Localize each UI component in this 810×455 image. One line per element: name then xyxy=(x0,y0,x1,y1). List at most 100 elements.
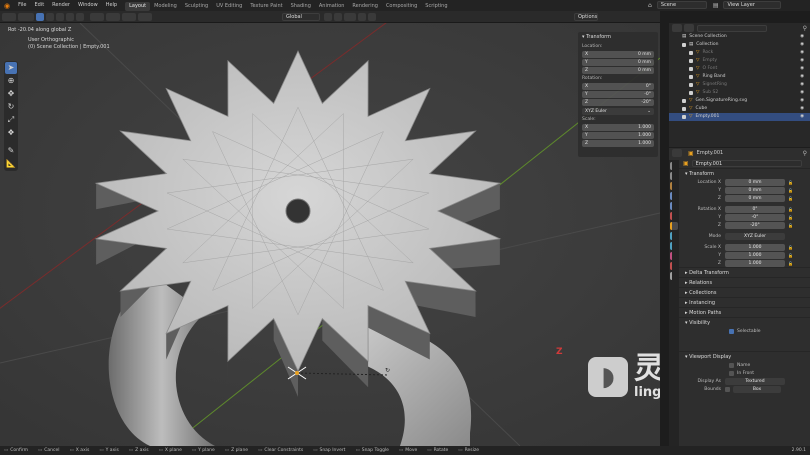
select-mode-subtract-button[interactable] xyxy=(56,12,64,21)
select-mode-new-button[interactable] xyxy=(36,12,44,21)
property-value-field[interactable]: 0° xyxy=(725,205,785,213)
outliner-row[interactable]: ▽ Rock ◉ xyxy=(669,49,810,57)
scale-y-field[interactable]: Y 1.000 xyxy=(582,132,654,139)
workspace-tab-uv-editing[interactable]: UV Editing xyxy=(212,2,246,11)
lock-icon[interactable]: 🔓 xyxy=(788,188,793,193)
selectable-checkbox[interactable] xyxy=(729,328,734,334)
menu-window[interactable]: Window xyxy=(74,0,102,11)
exclude-checkbox[interactable] xyxy=(682,115,686,119)
modifiers-icon[interactable] xyxy=(670,232,678,240)
outliner-row[interactable]: ▽ Sub S2 ◉ xyxy=(669,89,810,97)
3d-viewport[interactable]: ↻ Rot -20.04 along global Z User Orthogr… xyxy=(0,23,660,446)
workspace-tab-modeling[interactable]: Modeling xyxy=(150,2,181,11)
exclude-checkbox[interactable] xyxy=(689,75,693,79)
rotation-z-field[interactable]: Z -20° xyxy=(582,99,654,106)
view-layer-icon[interactable] xyxy=(670,192,678,200)
section-motion-paths[interactable]: ▸ Motion Paths xyxy=(669,307,810,317)
workspace-tab-texture-paint[interactable]: Texture Paint xyxy=(246,2,286,11)
workspace-tab-animation[interactable]: Animation xyxy=(315,2,349,11)
exclude-checkbox[interactable] xyxy=(689,91,693,95)
menu-file[interactable]: File xyxy=(14,0,30,11)
select-tool-icon[interactable]: ➤ xyxy=(5,62,17,74)
property-value-field[interactable]: 0 mm xyxy=(725,178,785,186)
workspace-tab-scripting[interactable]: Scripting xyxy=(421,2,451,11)
in-front-checkbox[interactable] xyxy=(729,370,734,376)
location-y-field[interactable]: Y 0 mm xyxy=(582,59,654,66)
lock-icon[interactable]: 🔓 xyxy=(788,223,793,228)
select-menu[interactable] xyxy=(106,12,120,21)
workspace-tab-compositing[interactable]: Compositing xyxy=(382,2,421,11)
select-mode-extend-button[interactable] xyxy=(46,12,54,21)
particles-icon[interactable] xyxy=(670,242,678,250)
physics-icon[interactable] xyxy=(670,252,678,260)
snap-target-icon[interactable] xyxy=(344,12,356,21)
menu-help[interactable]: Help xyxy=(102,0,121,11)
workspace-tab-shading[interactable]: Shading xyxy=(287,2,315,11)
section-relations[interactable]: ▸ Relations xyxy=(669,277,810,287)
data-icon[interactable] xyxy=(670,272,678,280)
property-value-field[interactable]: 1.000 xyxy=(725,243,785,251)
pin-icon[interactable]: ⚲ xyxy=(803,150,807,157)
proportional-edit-icon[interactable] xyxy=(358,12,366,21)
visibility-eye-icon[interactable]: ◉ xyxy=(800,105,804,113)
location-z-field[interactable]: Z 0 mm xyxy=(582,67,654,74)
outliner-row[interactable]: ▤ Collection ◉ xyxy=(669,41,810,49)
world-icon[interactable] xyxy=(670,212,678,220)
property-value-field[interactable]: -0° xyxy=(725,213,785,221)
exclude-checkbox[interactable] xyxy=(689,59,693,63)
visibility-eye-icon[interactable]: ◉ xyxy=(800,49,804,57)
measure-tool-icon[interactable]: 📐 xyxy=(5,158,17,170)
outliner-row[interactable]: ▽ Gen.SignatureRing.svg ◉ xyxy=(669,97,810,105)
options-dropdown[interactable]: Options xyxy=(574,12,598,21)
name-checkbox[interactable] xyxy=(729,362,734,368)
move-tool-icon[interactable]: ✥ xyxy=(5,88,17,100)
object-name-field[interactable]: Empty.001 xyxy=(691,159,802,167)
exclude-checkbox[interactable] xyxy=(682,107,686,111)
outliner-row[interactable]: ▽ Empty.001 ◉ xyxy=(669,113,810,121)
rotation-x-field[interactable]: X 0° xyxy=(582,83,654,90)
scene-icon[interactable] xyxy=(670,202,678,210)
annotate-tool-icon[interactable]: ✎ xyxy=(5,145,17,157)
viewport-display-section[interactable]: ▾ Viewport Display xyxy=(669,351,810,361)
scene-selector[interactable]: Scene xyxy=(656,1,707,9)
bounds-checkbox[interactable] xyxy=(725,386,730,392)
exclude-checkbox[interactable] xyxy=(689,67,693,71)
output-icon[interactable] xyxy=(670,182,678,190)
exclude-checkbox[interactable] xyxy=(689,83,693,87)
select-mode-invert-button[interactable] xyxy=(66,12,74,21)
property-value-field[interactable]: 1.000 xyxy=(725,259,785,267)
visibility-eye-icon[interactable]: ◉ xyxy=(800,113,804,121)
object-properties-icon[interactable] xyxy=(670,222,678,230)
property-value-field[interactable]: 0 mm xyxy=(725,186,785,194)
editor-type-button[interactable] xyxy=(2,12,16,21)
blender-logo-icon[interactable]: ◉ xyxy=(0,2,14,10)
property-value-field[interactable]: 0 mm xyxy=(725,194,785,202)
scale-tool-icon[interactable]: ⤢ xyxy=(5,114,17,126)
property-value-field[interactable]: XYZ Euler xyxy=(725,232,785,240)
scale-z-field[interactable]: Z 1.000 xyxy=(582,140,654,147)
rotation-y-field[interactable]: Y -0° xyxy=(582,91,654,98)
constraints-icon[interactable] xyxy=(670,262,678,270)
transform-tool-icon[interactable]: ❖ xyxy=(5,127,17,139)
visibility-eye-icon[interactable]: ◉ xyxy=(800,89,804,97)
outliner-search-input[interactable] xyxy=(697,24,767,32)
tool-icon[interactable] xyxy=(670,162,678,170)
lock-icon[interactable]: 🔓 xyxy=(788,207,793,212)
workspace-tab-layout[interactable]: Layout xyxy=(125,1,151,11)
object-menu[interactable] xyxy=(138,12,152,21)
pivot-icon[interactable] xyxy=(324,12,332,21)
falloff-icon[interactable] xyxy=(368,12,376,21)
visibility-eye-icon[interactable]: ◉ xyxy=(800,65,804,73)
lock-icon[interactable]: 🔓 xyxy=(788,196,793,201)
transform-panel-title[interactable]: ▾ Transform xyxy=(578,32,658,42)
workspace-tab-rendering[interactable]: Rendering xyxy=(348,2,382,11)
visibility-eye-icon[interactable]: ◉ xyxy=(800,57,804,65)
location-x-field[interactable]: X 0 mm xyxy=(582,51,654,58)
outliner-row[interactable]: ▤ Scene Collection ◉ xyxy=(669,33,810,41)
visibility-eye-icon[interactable]: ◉ xyxy=(800,97,804,105)
exclude-checkbox[interactable] xyxy=(682,99,686,103)
visibility-eye-icon[interactable]: ◉ xyxy=(800,33,804,41)
display-as-dropdown[interactable]: Textured xyxy=(725,377,785,385)
outliner-row[interactable]: ▽ SignetRing ◉ xyxy=(669,81,810,89)
viewport-scene[interactable]: ↻ xyxy=(0,23,660,446)
